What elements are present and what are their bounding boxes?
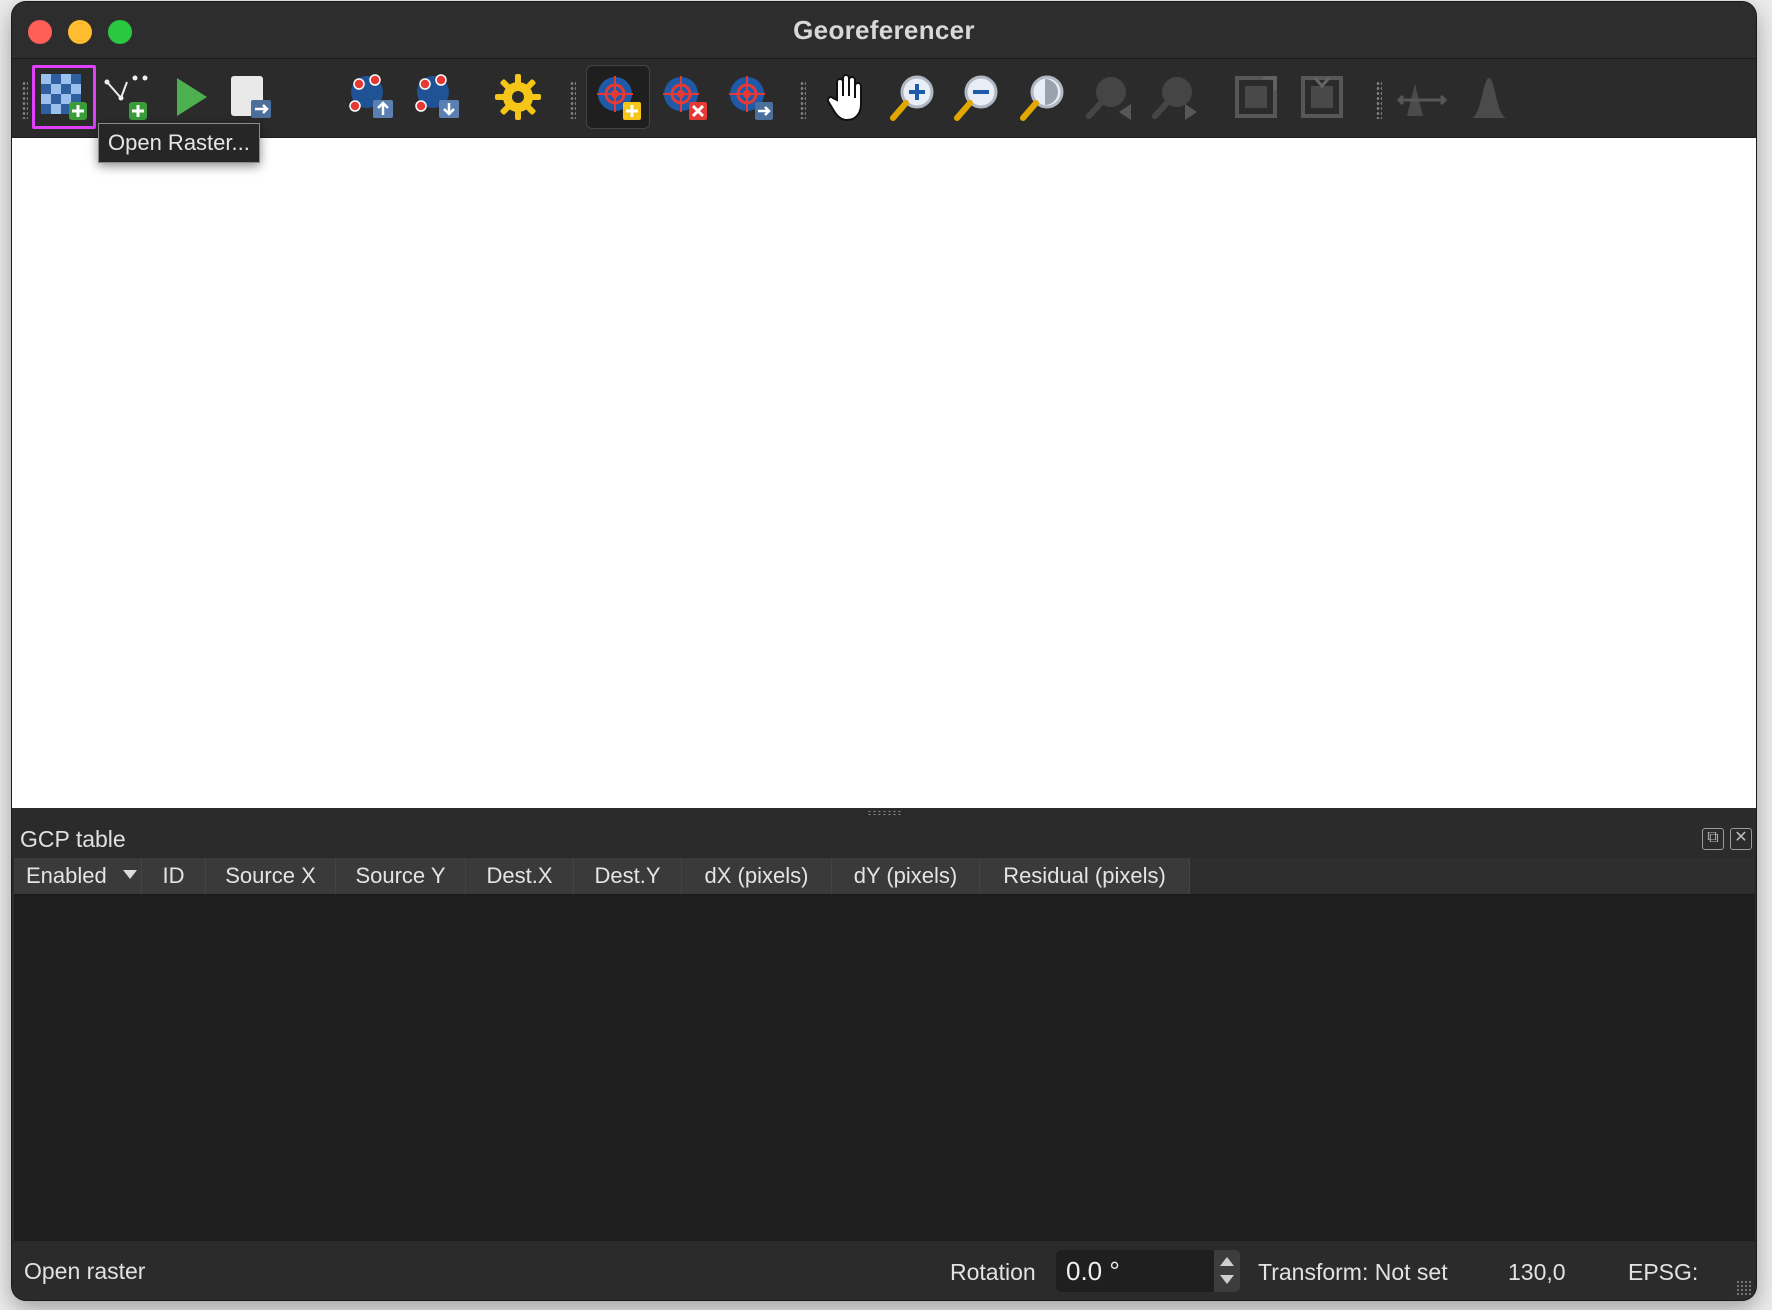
save-gcp-points-button[interactable]: [406, 65, 470, 129]
pan-tool-button[interactable]: [816, 65, 880, 129]
rotation-value[interactable]: 0.0 °: [1066, 1256, 1120, 1287]
zoom-last-button[interactable]: [1078, 65, 1142, 129]
close-panel-icon[interactable]: ✕: [1730, 828, 1752, 850]
gcp-move-icon: [729, 76, 773, 120]
column-header-dy-pixels[interactable]: dY (pixels): [832, 858, 980, 894]
toolbar-grip-handle[interactable]: [1376, 81, 1382, 119]
gcp-delete-icon: [663, 76, 707, 120]
resize-grip-icon[interactable]: [1736, 1280, 1752, 1296]
gcp-table-header: Enabled ID Source X Source Y Dest.X Dest…: [14, 858, 1755, 895]
panel-splitter[interactable]: [12, 808, 1756, 818]
transformation-settings-button[interactable]: [486, 65, 550, 129]
link-qgis-to-georeferencer-button[interactable]: [1290, 65, 1354, 129]
zoom-full-icon: [1020, 75, 1064, 121]
toolbar-grip-handle[interactable]: [22, 81, 28, 119]
zoom-in-tool-button[interactable]: [882, 65, 946, 129]
coordinates-readout: 130,0: [1508, 1259, 1566, 1285]
raster-add-icon: [41, 74, 87, 120]
zoom-next-button[interactable]: [1144, 65, 1208, 129]
title-bar: Georeferencer: [12, 2, 1756, 59]
delete-point-tool-button[interactable]: [652, 65, 716, 129]
gear-icon: [495, 74, 541, 120]
zoom-to-layer-button[interactable]: [1012, 65, 1076, 129]
rotation-stepper[interactable]: [1214, 1250, 1240, 1292]
gcp-load-icon: [349, 74, 393, 118]
open-raster-button[interactable]: [32, 65, 96, 129]
status-bar: Open raster Rotation 0.0 ° Transform: No…: [12, 1242, 1756, 1300]
status-message: Open raster: [24, 1258, 146, 1284]
zoom-out-icon: [954, 75, 998, 121]
crs-status-button[interactable]: EPSG:: [1628, 1259, 1698, 1286]
script-export-icon: [231, 76, 271, 118]
move-point-tool-button[interactable]: [718, 65, 782, 129]
georeferencer-window: Georeferencer GCP table ⧉ ✕ Enabled ID S…: [12, 2, 1756, 1300]
hand-icon: [826, 74, 862, 122]
gcp-table-body[interactable]: [14, 895, 1755, 1241]
gcp-table-title: GCP table: [20, 826, 126, 852]
column-header-id[interactable]: ID: [142, 858, 206, 894]
stepper-down-icon[interactable]: [1220, 1275, 1234, 1284]
start-georeferencing-button[interactable]: [158, 65, 222, 129]
toolbar: [12, 59, 1756, 138]
link-geo-icon: [1235, 76, 1277, 118]
stepper-up-icon[interactable]: [1220, 1257, 1234, 1266]
column-header-dest-y[interactable]: Dest.Y: [574, 858, 682, 894]
histogram-stretch-icon: [1396, 84, 1448, 116]
histogram-local-icon: [1471, 78, 1507, 118]
window-title: Georeferencer: [793, 15, 975, 45]
play-icon: [177, 78, 207, 116]
load-gcp-points-button[interactable]: [340, 65, 404, 129]
link-georeferencer-to-qgis-button[interactable]: [1224, 65, 1288, 129]
rotation-spinbox[interactable]: 0.0 °: [1056, 1250, 1240, 1292]
zoom-in-icon: [890, 75, 934, 121]
vector-point-add-icon: [104, 75, 148, 120]
zoom-out-tool-button[interactable]: [946, 65, 1010, 129]
generate-gdal-script-button[interactable]: [218, 65, 282, 129]
rotation-label: Rotation: [950, 1259, 1036, 1285]
sort-down-icon: [123, 870, 137, 879]
gcp-add-icon: [597, 76, 641, 120]
transform-status: Transform: Not set: [1258, 1259, 1448, 1285]
add-point-button[interactable]: [94, 65, 158, 129]
open-raster-tooltip: Open Raster...: [98, 123, 260, 163]
column-header-residual-pixels[interactable]: Residual (pixels): [980, 858, 1190, 894]
column-header-dest-x[interactable]: Dest.X: [466, 858, 574, 894]
gcp-table-dock-header: GCP table ⧉ ✕: [12, 818, 1756, 858]
column-header-dx-pixels[interactable]: dX (pixels): [682, 858, 832, 894]
zoom-next-icon: [1152, 77, 1197, 120]
column-header-enabled[interactable]: Enabled: [14, 858, 142, 894]
link-qgis-icon: [1301, 76, 1343, 118]
toolbar-grip-handle[interactable]: [800, 81, 806, 119]
float-panel-icon[interactable]: ⧉: [1702, 828, 1724, 850]
georeferencer-map-canvas[interactable]: [12, 138, 1756, 808]
add-point-tool-button[interactable]: [586, 65, 650, 129]
zoom-last-icon: [1086, 77, 1131, 120]
gcp-save-icon: [415, 74, 459, 118]
column-header-source-y[interactable]: Source Y: [336, 858, 466, 894]
column-header-source-x[interactable]: Source X: [206, 858, 336, 894]
full-histogram-stretch-button[interactable]: [1390, 65, 1454, 129]
local-histogram-stretch-button[interactable]: [1456, 65, 1520, 129]
toolbar-grip-handle[interactable]: [570, 81, 576, 119]
